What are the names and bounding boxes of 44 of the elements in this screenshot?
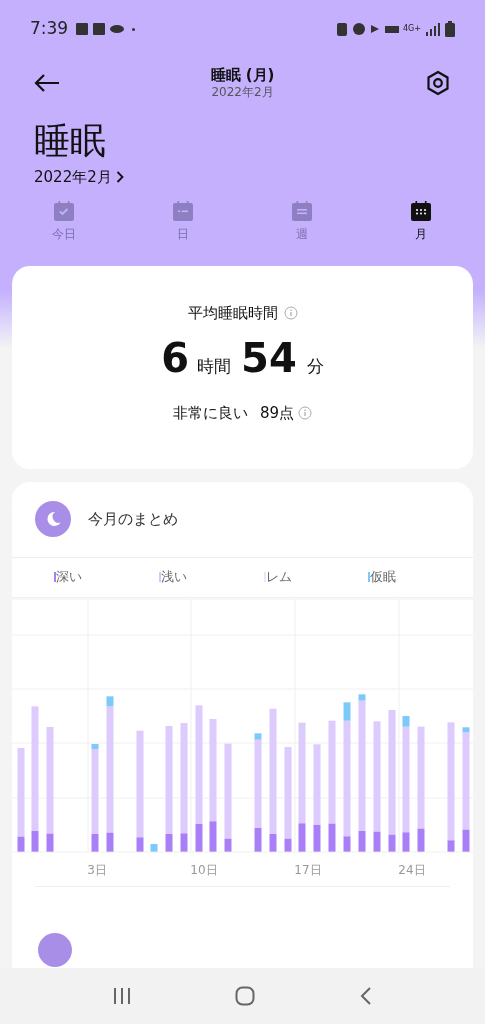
- chevron-icon: [115, 171, 124, 184]
- period-tab[interactable]: 日: [123, 198, 243, 251]
- legend-label: 仮眠: [370, 568, 397, 587]
- rating-text: 非常に良い: [172, 403, 248, 424]
- axis-label: 10日: [190, 862, 218, 877]
- period-tab[interactable]: 月: [361, 198, 481, 251]
- notification-icon: [93, 23, 106, 35]
- score-text: 89点: [259, 403, 295, 424]
- header-title: 睡眠 (月): [210, 66, 275, 85]
- hours-value: 6: [161, 334, 190, 383]
- axis-label: 17日: [294, 862, 322, 877]
- legend-label: 浅い: [160, 568, 187, 587]
- axis-label: 24日: [398, 862, 426, 877]
- back-icon[interactable]: [359, 986, 374, 1006]
- moon-icon: [35, 501, 71, 537]
- recent-apps-icon[interactable]: [111, 987, 132, 1005]
- notification-icon: [76, 23, 89, 35]
- average-title: 平均睡眠時間: [187, 302, 278, 324]
- network-label: 4G+: [403, 25, 421, 33]
- calendar-icon: [170, 198, 195, 223]
- cloud-icon: [110, 25, 125, 33]
- legend-label: レム: [265, 568, 292, 587]
- calendar-icon: [51, 198, 76, 223]
- period-tab[interactable]: 週: [242, 198, 362, 251]
- settings-icon[interactable]: [425, 70, 451, 96]
- minutes-value: 54: [241, 334, 297, 383]
- page-title: 睡眠: [34, 119, 107, 163]
- battery-icon: [445, 21, 455, 37]
- calendar-icon: [290, 198, 315, 223]
- sleep-bar: [150, 843, 158, 852]
- calendar-icon: [409, 198, 434, 223]
- axis-label: 3日: [87, 862, 107, 877]
- summary-title: 今月のまとめ: [88, 508, 178, 530]
- minutes-unit: 分: [306, 355, 324, 378]
- status-time: 7:39: [30, 17, 69, 41]
- hours-unit: 時間: [197, 355, 232, 378]
- back-arrow-icon[interactable]: [34, 74, 60, 92]
- home-icon[interactable]: [235, 986, 256, 1006]
- dot-icon: [132, 27, 136, 31]
- period-link[interactable]: 2022年2月: [34, 166, 124, 189]
- signal-icon: [425, 22, 441, 36]
- header-subtitle: 2022年2月: [211, 84, 274, 100]
- period-tab[interactable]: 今日: [4, 198, 124, 251]
- legend-label: 深い: [56, 568, 82, 587]
